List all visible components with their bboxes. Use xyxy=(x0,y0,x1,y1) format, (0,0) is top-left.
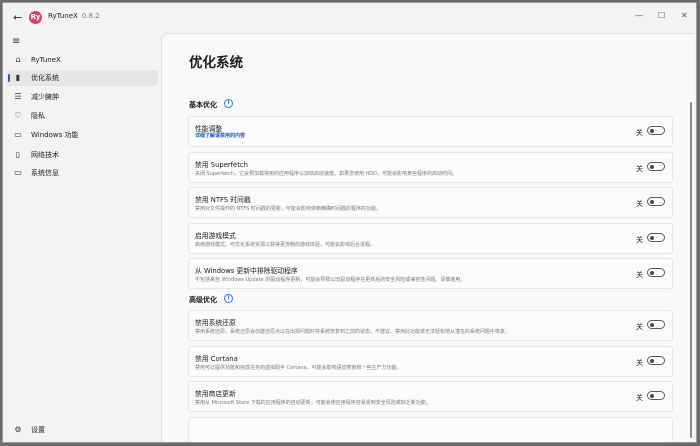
sidebar-item-privacy[interactable]: ♡ 隐私 xyxy=(7,108,158,124)
toggle-switch[interactable] xyxy=(647,268,665,277)
sidebar-item-label: Windows 功能 xyxy=(31,131,79,139)
setting-description: 禁用系统还原，系统还原会创建还原点以在出现问题时将系统恢复到之前的状态。不建议。… xyxy=(195,329,511,335)
setting-description: 不包括来自 Windows Update 的驱动程序更新，可能会导致以旧驱动程序… xyxy=(195,277,466,283)
minimize-button[interactable]: — xyxy=(635,11,643,20)
app-version: 0.8.2 xyxy=(81,12,100,20)
list-icon: ☰ xyxy=(14,92,22,101)
scrollbar[interactable] xyxy=(690,102,692,438)
setting-description: 禁用从 Microsoft Store 下载的应用程序的自动更新，可能会使应用程… xyxy=(195,400,431,406)
main-content: 优化系统 基本优化 i 性能调整 详细了解请禁用的内容 关 禁用 Superfe… xyxy=(161,33,694,442)
app-logo: Ry xyxy=(29,11,42,24)
setting-card-store-updates: 禁用商店更新 禁用从 Microsoft Store 下载的应用程序的自动更新，… xyxy=(188,381,673,412)
setting-title: 禁用 Superfetch xyxy=(195,161,248,169)
active-indicator xyxy=(8,74,10,82)
setting-card-cortana: 禁用 Cortana 禁用可以提供功能和完成任务的虚拟助手 Cortana，可能… xyxy=(188,346,673,377)
toggle-state-label: 关 xyxy=(636,271,643,279)
gear-icon: ⚙ xyxy=(14,425,22,434)
app-window: ← Ry RyTuneX 0.8.2 — ☐ ✕ ≡ ⌂ RyTuneX ▮ 优化… xyxy=(2,2,697,443)
sidebar: ≡ ⌂ RyTuneX ▮ 优化系统 ☰ 减少臃肿 ♡ 隐私 ▭ Windows… xyxy=(3,33,160,442)
toggle-state-label: 关 xyxy=(636,236,643,244)
toggle-state-label: 关 xyxy=(636,165,643,173)
setting-title: 从 Windows 更新中排除驱动程序 xyxy=(195,267,298,275)
setting-card-game-mode: 启用游戏模式 启用游戏模式，可优化系统资源以获得更流畅的游戏体验，可能会影响后台… xyxy=(188,223,673,254)
sidebar-item-windows-features[interactable]: ▭ Windows 功能 xyxy=(7,127,158,143)
sidebar-item-label: 网络技术 xyxy=(31,151,59,159)
setting-card-superfetch: 禁用 Superfetch 关闭 Superfetch，它会预加载常用的应用程序… xyxy=(188,152,673,183)
setting-title: 禁用系统还原 xyxy=(195,319,236,327)
home-icon: ⌂ xyxy=(15,55,21,64)
sidebar-item-label: 设置 xyxy=(31,426,45,434)
toggle-switch[interactable] xyxy=(647,162,665,171)
setting-title: 禁用 Cortana xyxy=(195,355,238,363)
section-title-advanced: 高级优化 xyxy=(189,296,217,304)
app-title-text: RyTuneX xyxy=(48,12,78,20)
toggle-state-label: 关 xyxy=(636,200,643,208)
sidebar-item-label: 优化系统 xyxy=(31,74,59,82)
shield-icon: ♡ xyxy=(14,111,22,120)
toggle-switch[interactable] xyxy=(647,320,665,329)
setting-description: 启用游戏模式，可优化系统资源以获得更流畅的游戏体验，可能会影响后台进程。 xyxy=(195,242,376,248)
sidebar-item-label: 系统信息 xyxy=(31,169,59,177)
menu-icon[interactable]: ≡ xyxy=(12,36,20,47)
laptop-icon: ▭ xyxy=(14,168,22,177)
sidebar-item-label: 隐私 xyxy=(31,112,45,120)
sidebar-item-system-info[interactable]: ▭ 系统信息 xyxy=(7,165,158,181)
learn-more-link[interactable]: 详细了解请禁用的内容 xyxy=(195,132,245,139)
setting-description: 禁用对文件操作的 NTFS 时间戳的更新，可能会影响依赖精确时间戳的程序的功能。 xyxy=(195,206,381,212)
close-button[interactable]: ✕ xyxy=(681,11,688,20)
toggle-switch[interactable] xyxy=(647,197,665,206)
title-bar: ← Ry RyTuneX 0.8.2 — ☐ ✕ xyxy=(3,3,696,33)
setting-card-performance-tweaks: 性能调整 详细了解请禁用的内容 关 xyxy=(188,116,673,147)
setting-description: 关闭 Superfetch，它会预加载常用的应用程序以加快启动速度。如果您使用 … xyxy=(195,171,458,177)
toggle-switch[interactable] xyxy=(647,233,665,242)
back-icon[interactable]: ← xyxy=(13,11,22,24)
network-icon: ▯ xyxy=(15,150,21,159)
sidebar-item-rytunex[interactable]: ⌂ RyTuneX xyxy=(7,52,158,68)
info-icon[interactable]: i xyxy=(224,294,233,303)
setting-card-ntfs-timestamp: 禁用 NTFS 时间戳 禁用对文件操作的 NTFS 时间戳的更新，可能会影响依赖… xyxy=(188,187,673,218)
sidebar-item-debloat[interactable]: ☰ 减少臃肿 xyxy=(7,89,158,105)
maximize-button[interactable]: ☐ xyxy=(658,11,665,20)
toggle-state-label: 关 xyxy=(636,323,643,331)
sidebar-item-network[interactable]: ▯ 网络技术 xyxy=(7,147,158,163)
sidebar-item-optimize[interactable]: ▮ 优化系统 xyxy=(7,70,158,86)
page-title: 优化系统 xyxy=(189,55,243,71)
sidebar-item-settings[interactable]: ⚙ 设置 xyxy=(7,422,147,438)
toggle-switch[interactable] xyxy=(647,391,665,400)
setting-card-partial xyxy=(188,417,673,442)
setting-title: 启用游戏模式 xyxy=(195,232,236,240)
sidebar-item-label: 减少臃肿 xyxy=(31,93,59,101)
setting-title: 禁用商店更新 xyxy=(195,390,236,398)
setting-card-system-restore: 禁用系统还原 禁用系统还原，系统还原会创建还原点以在出现问题时将系统恢复到之前的… xyxy=(188,310,673,341)
toggle-switch[interactable] xyxy=(647,126,665,135)
toggle-switch[interactable] xyxy=(647,356,665,365)
sidebar-item-label: RyTuneX xyxy=(31,56,61,64)
toggle-state-label: 关 xyxy=(636,359,643,367)
toggle-state-label: 关 xyxy=(636,129,643,137)
optimize-icon: ▮ xyxy=(15,73,21,82)
setting-card-exclude-drivers: 从 Windows 更新中排除驱动程序 不包括来自 Windows Update… xyxy=(188,258,673,289)
setting-title: 禁用 NTFS 时间戳 xyxy=(195,196,251,204)
app-title: RyTuneX 0.8.2 xyxy=(48,12,100,20)
section-title-basic: 基本优化 xyxy=(189,101,217,109)
windows-features-icon: ▭ xyxy=(14,130,22,139)
info-icon[interactable]: i xyxy=(224,99,233,108)
setting-description: 禁用可以提供功能和完成任务的虚拟助手 Cortana，可能会影响语音搜索和一些生… xyxy=(195,365,402,371)
toggle-state-label: 关 xyxy=(636,394,643,402)
